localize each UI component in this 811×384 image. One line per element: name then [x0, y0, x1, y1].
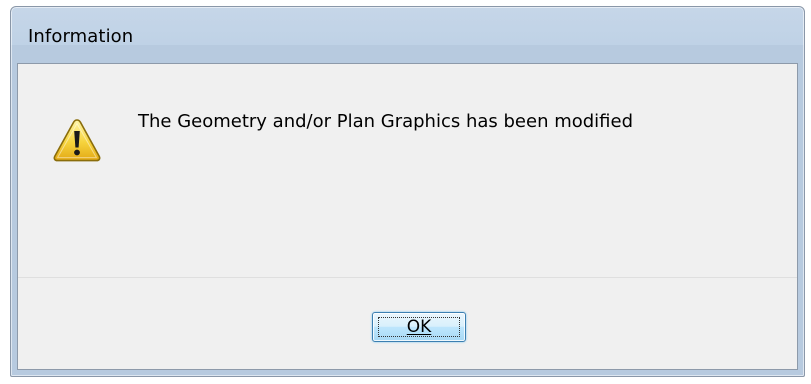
dialog-body: The Geometry and/or Plan Graphics has be…: [17, 63, 798, 370]
information-dialog: Information The Geometry and/or Plan Gra…: [10, 6, 805, 377]
warning-icon: [53, 119, 101, 162]
ok-button-label: OK: [406, 317, 432, 337]
message-area: The Geometry and/or Plan Graphics has be…: [18, 64, 797, 277]
message-text: The Geometry and/or Plan Graphics has be…: [138, 111, 634, 132]
ok-button[interactable]: OK: [372, 312, 466, 342]
button-bar: OK: [18, 278, 797, 369]
title-bar[interactable]: Information: [11, 7, 804, 63]
dialog-title: Information: [28, 26, 134, 47]
